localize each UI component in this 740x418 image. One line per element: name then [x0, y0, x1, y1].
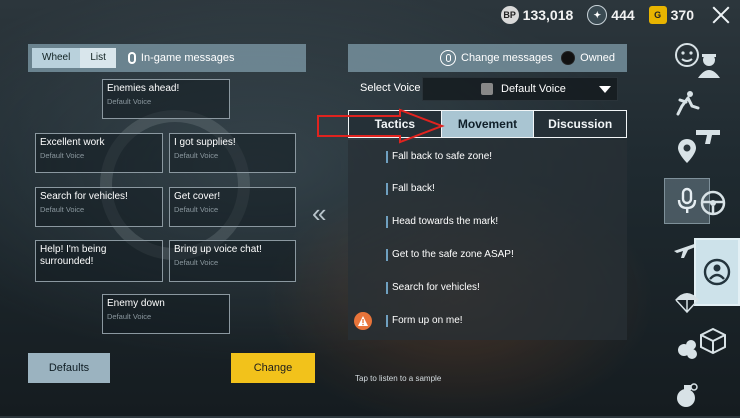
g-value: 370 — [670, 7, 694, 23]
tab-list[interactable]: List — [80, 48, 116, 68]
message-list: Fall back to safe zone! Fall back! Head … — [348, 140, 627, 340]
owned-label: Owned — [580, 52, 615, 64]
message-item[interactable]: Form up on me! — [386, 315, 463, 327]
wheel-slot-6[interactable]: Help! I'm being surrounded! — [35, 240, 163, 282]
message-item[interactable]: Fall back to safe zone! — [386, 151, 492, 163]
change-messages-header: Change messages Owned — [348, 44, 627, 72]
wheel-slot-7[interactable]: Bring up voice chat! Default Voice — [169, 240, 296, 282]
slot-title: Enemies ahead! — [107, 83, 180, 94]
tab-discussion[interactable]: Discussion — [534, 111, 627, 137]
slot-title: Enemy down — [107, 298, 165, 309]
wheel-slot-8[interactable]: Enemy down Default Voice — [102, 294, 230, 334]
microphone-icon — [127, 52, 136, 64]
slot-voice: Default Voice — [40, 151, 85, 160]
wheel-slot-5[interactable]: Get cover! Default Voice — [169, 187, 296, 227]
change-messages: Change messages — [440, 50, 553, 66]
wheel-slot-2[interactable]: Excellent work Default Voice — [35, 133, 163, 173]
g-coin-icon: G — [648, 6, 667, 24]
wheel-slot-4[interactable]: Search for vehicles! Default Voice — [35, 187, 163, 227]
wheel-slot-3[interactable]: I got supplies! Default Voice — [169, 133, 296, 173]
bp-icon: BP — [500, 6, 519, 24]
slot-voice: Default Voice — [174, 258, 219, 267]
close-icon[interactable] — [710, 4, 732, 26]
slot-title: Help! I'm being surrounded! — [40, 244, 107, 267]
message-item[interactable]: Search for vehicles! — [386, 282, 480, 294]
owned-radio[interactable] — [561, 51, 576, 65]
slot-voice: Default Voice — [174, 205, 219, 214]
tap-hint: Tap to listen to a sample — [355, 374, 442, 383]
slot-title: Bring up voice chat! — [174, 244, 262, 255]
message-item[interactable]: Head towards the mark! — [386, 216, 498, 228]
ingame-messages-header: In-game messages — [127, 52, 235, 64]
location-icon[interactable] — [664, 128, 710, 174]
slot-voice: Default Voice — [174, 151, 219, 160]
bp-value: 133,018 — [522, 7, 574, 23]
slot-title: Search for vehicles! — [40, 191, 128, 202]
tab-movement[interactable]: Movement — [441, 111, 534, 137]
owned-filter[interactable]: Owned — [561, 51, 615, 65]
steering-wheel-icon[interactable] — [690, 180, 736, 226]
tab-wheel[interactable]: Wheel — [32, 48, 81, 68]
message-item[interactable]: Fall back! — [386, 183, 435, 195]
select-voice-label: Select Voice — [360, 82, 421, 94]
slot-title: Excellent work — [40, 137, 105, 148]
slot-title: I got supplies! — [174, 137, 236, 148]
chevron-down-icon — [599, 85, 611, 93]
change-messages-label: Change messages — [461, 52, 553, 64]
uc-value: 444 — [611, 7, 635, 23]
voice-pack-icon — [481, 83, 493, 95]
g-currency: G 370 — [648, 6, 694, 24]
left-tabbar: Wheel List In-game messages — [28, 44, 306, 72]
slot-voice: Default Voice — [40, 205, 85, 214]
box-icon[interactable] — [690, 318, 736, 364]
double-chevron-left-icon[interactable]: « — [312, 198, 327, 229]
microphone-icon — [440, 50, 456, 66]
change-button[interactable]: Change — [231, 353, 315, 383]
slot-voice: Default Voice — [107, 97, 152, 106]
wheel-slot-1[interactable]: Enemies ahead! Default Voice — [102, 79, 230, 119]
warning-sample-icon[interactable] — [354, 312, 372, 330]
slot-voice: Default Voice — [107, 312, 152, 321]
message-item[interactable]: Get to the safe zone ASAP! — [386, 249, 514, 261]
defaults-button[interactable]: Defaults — [28, 353, 110, 383]
uc-icon: ✦ — [587, 5, 608, 25]
currency-bar: BP 133,018 ✦ 444 G 370 — [500, 0, 740, 30]
category-sidebar — [656, 30, 740, 416]
slot-title: Get cover! — [174, 191, 221, 202]
bp-currency: BP 133,018 — [500, 6, 574, 24]
annotation-arrow-icon — [317, 108, 445, 144]
voice-dropdown-value: Default Voice — [501, 83, 566, 95]
uc-currency: ✦ 444 — [587, 5, 635, 25]
voice-dropdown[interactable]: Default Voice — [422, 77, 618, 101]
ingame-messages-label: In-game messages — [140, 52, 235, 64]
grenade-icon[interactable] — [664, 372, 710, 418]
